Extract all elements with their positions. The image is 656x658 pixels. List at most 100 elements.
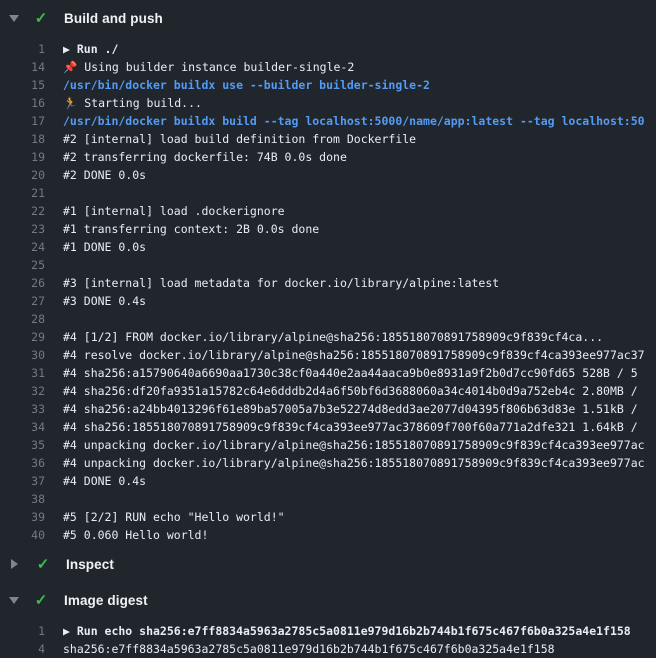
log-line: 35 #4 unpacking docker.io/library/alpine@… bbox=[0, 436, 656, 454]
log-line-number[interactable]: 33 bbox=[0, 400, 45, 418]
log-line-text: #4 unpacking docker.io/library/alpine@sh… bbox=[63, 454, 645, 472]
log-line-number[interactable]: 39 bbox=[0, 508, 45, 526]
log-section-image-digest: ✓ Image digest 1 ▶ Run echo sha256:e7ff88… bbox=[0, 586, 656, 658]
log-line: 20 #2 DONE 0.0s bbox=[0, 166, 656, 184]
log-line-number[interactable]: 29 bbox=[0, 328, 45, 346]
log-line: 26 #3 [internal] load metadata for docker… bbox=[0, 274, 656, 292]
log-lines: 1 ▶ Run ./ 14 📌 Using builder instance buil… bbox=[0, 32, 656, 550]
log-line: 15/usr/bin/docker buildx use --builder b… bbox=[0, 76, 656, 94]
log-line-number[interactable]: 40 bbox=[0, 526, 45, 544]
success-check-icon: ✓ bbox=[35, 555, 51, 573]
log-line: 19 #2 transferring dockerfile: 74B 0.0s d… bbox=[0, 148, 656, 166]
log-line: 27 #3 DONE 0.4s bbox=[0, 292, 656, 310]
log-line: 17/usr/bin/docker buildx build --tag loc… bbox=[0, 112, 656, 130]
log-line-number[interactable]: 22 bbox=[0, 202, 45, 220]
log-line-number[interactable]: 26 bbox=[0, 274, 45, 292]
log-line-number[interactable]: 31 bbox=[0, 364, 45, 382]
section-title: Build and push bbox=[64, 11, 163, 26]
log-line-text: #4 resolve docker.io/library/alpine@sha2… bbox=[63, 346, 645, 364]
log-line-text: #2 [internal] load build definition from… bbox=[63, 130, 416, 148]
log-line-text: sha256:e7ff8834a5963a2785c5a0811e979d16b… bbox=[63, 640, 555, 658]
disclosure-triangle-icon[interactable] bbox=[9, 15, 19, 22]
log-line-number[interactable]: 4 bbox=[0, 640, 45, 658]
log-line-number[interactable]: 28 bbox=[0, 310, 45, 328]
log-line-number[interactable]: 18 bbox=[0, 130, 45, 148]
log-line: 29 #4 [1/2] FROM docker.io/library/alpine… bbox=[0, 328, 656, 346]
log-line-text: 🏃 Starting build... bbox=[63, 94, 202, 112]
log-line-number[interactable]: 21 bbox=[0, 184, 45, 202]
log-line-number[interactable]: 1 bbox=[0, 40, 45, 58]
log-line-number[interactable]: 20 bbox=[0, 166, 45, 184]
log-line-text: #4 sha256:185518070891758909c9f839cf4ca3… bbox=[63, 418, 645, 436]
log-line-text: #3 [internal] load metadata for docker.i… bbox=[63, 274, 499, 292]
disclosure-triangle-icon[interactable] bbox=[11, 559, 18, 569]
log-line: 1 ▶ Run ./ bbox=[0, 40, 656, 58]
log-line-text: #2 transferring dockerfile: 74B 0.0s don… bbox=[63, 148, 347, 166]
section-header-image-digest[interactable]: ✓ Image digest bbox=[0, 586, 656, 614]
log-line: 25 bbox=[0, 256, 656, 274]
log-line: 39 #5 [2/2] RUN echo "Hello world!" bbox=[0, 508, 656, 526]
log-line-text: #1 transferring context: 2B 0.0s done bbox=[63, 220, 319, 238]
log-line: 24 #1 DONE 0.0s bbox=[0, 238, 656, 256]
log-line-number[interactable]: 15 bbox=[0, 76, 45, 94]
log-line-text: #1 DONE 0.0s bbox=[63, 238, 146, 256]
section-title: Inspect bbox=[66, 557, 114, 572]
log-line: 30 #4 resolve docker.io/library/alpine@sh… bbox=[0, 346, 656, 364]
log-line-text: 📌 Using builder instance builder-single-… bbox=[63, 58, 354, 76]
success-check-icon: ✓ bbox=[33, 9, 49, 27]
log-lines bbox=[0, 578, 656, 586]
section-header-inspect[interactable]: ✓ Inspect bbox=[0, 550, 656, 578]
log-line-number[interactable]: 23 bbox=[0, 220, 45, 238]
log-line-number[interactable]: 35 bbox=[0, 436, 45, 454]
log-group-toggle[interactable]: ▶ Run echo sha256:e7ff8834a5963a2785c5a0… bbox=[63, 622, 631, 640]
log-line-text: #4 DONE 0.4s bbox=[63, 472, 146, 490]
log-section-inspect: ✓ Inspect bbox=[0, 550, 656, 586]
log-line: 31 #4 sha256:a15790640a6690aa1730c38cf0a4… bbox=[0, 364, 656, 382]
log-line-text: #5 [2/2] RUN echo "Hello world!" bbox=[63, 508, 285, 526]
log-line-text: #2 DONE 0.0s bbox=[63, 166, 146, 184]
log-line-number[interactable]: 32 bbox=[0, 382, 45, 400]
log-line: 32 #4 sha256:df20fa9351a15782c64e6dddb2d4… bbox=[0, 382, 656, 400]
log-line-text: #4 sha256:a24bb4013296f61e89ba57005a7b3e… bbox=[63, 400, 645, 418]
log-line-number[interactable]: 19 bbox=[0, 148, 45, 166]
log-line-text: #4 sha256:a15790640a6690aa1730c38cf0a440… bbox=[63, 364, 638, 382]
log-line-number[interactable]: 24 bbox=[0, 238, 45, 256]
log-line-text: #5 0.060 Hello world! bbox=[63, 526, 208, 544]
log-line-number[interactable]: 34 bbox=[0, 418, 45, 436]
log-line: 28 bbox=[0, 310, 656, 328]
log-group-toggle[interactable]: ▶ Run ./ bbox=[63, 40, 118, 58]
log-line: 4 sha256:e7ff8834a5963a2785c5a0811e979d16… bbox=[0, 640, 656, 658]
log-line-text: /usr/bin/docker buildx use --builder bui… bbox=[63, 76, 430, 94]
log-line: 18 #2 [internal] load build definition fr… bbox=[0, 130, 656, 148]
log-line-text: #4 [1/2] FROM docker.io/library/alpine@s… bbox=[63, 328, 603, 346]
success-check-icon: ✓ bbox=[33, 591, 49, 609]
log-line: 36 #4 unpacking docker.io/library/alpine@… bbox=[0, 454, 656, 472]
log-line: 22 #1 [internal] load .dockerignore bbox=[0, 202, 656, 220]
log-line-number[interactable]: 36 bbox=[0, 454, 45, 472]
section-header-build-and-push[interactable]: ✓ Build and push bbox=[0, 4, 656, 32]
log-line-number[interactable]: 38 bbox=[0, 490, 45, 508]
log-line: 21 bbox=[0, 184, 656, 202]
log-line-number[interactable]: 14 bbox=[0, 58, 45, 76]
log-line: 33 #4 sha256:a24bb4013296f61e89ba57005a7b… bbox=[0, 400, 656, 418]
log-line-text: /usr/bin/docker buildx build --tag local… bbox=[63, 112, 645, 130]
log-line-number[interactable]: 17 bbox=[0, 112, 45, 130]
log-line-text: #4 sha256:df20fa9351a15782c64e6dddb2d4a6… bbox=[63, 382, 645, 400]
log-line: 34 #4 sha256:185518070891758909c9f839cf4c… bbox=[0, 418, 656, 436]
log-line: 40 #5 0.060 Hello world! bbox=[0, 526, 656, 544]
log-line: 37 #4 DONE 0.4s bbox=[0, 472, 656, 490]
disclosure-triangle-icon[interactable] bbox=[9, 597, 19, 604]
log-lines: 1 ▶ Run echo sha256:e7ff8834a5963a2785c5a… bbox=[0, 614, 656, 658]
log-line-number[interactable]: 16 bbox=[0, 94, 45, 112]
log-line: 14 📌 Using builder instance builder-singl… bbox=[0, 58, 656, 76]
log-line-number[interactable]: 30 bbox=[0, 346, 45, 364]
log-line: 1 ▶ Run echo sha256:e7ff8834a5963a2785c5a… bbox=[0, 622, 656, 640]
log-line-number[interactable]: 1 bbox=[0, 622, 45, 640]
log-section-build-and-push: ✓ Build and push 1 ▶ Run ./ 14 📌 Using buil… bbox=[0, 4, 656, 550]
log-line-text: #1 [internal] load .dockerignore bbox=[63, 202, 285, 220]
log-line-number[interactable]: 25 bbox=[0, 256, 45, 274]
log-line-number[interactable]: 27 bbox=[0, 292, 45, 310]
log-line-number[interactable]: 37 bbox=[0, 472, 45, 490]
log-line-text: #4 unpacking docker.io/library/alpine@sh… bbox=[63, 436, 645, 454]
log-line-text: #3 DONE 0.4s bbox=[63, 292, 146, 310]
